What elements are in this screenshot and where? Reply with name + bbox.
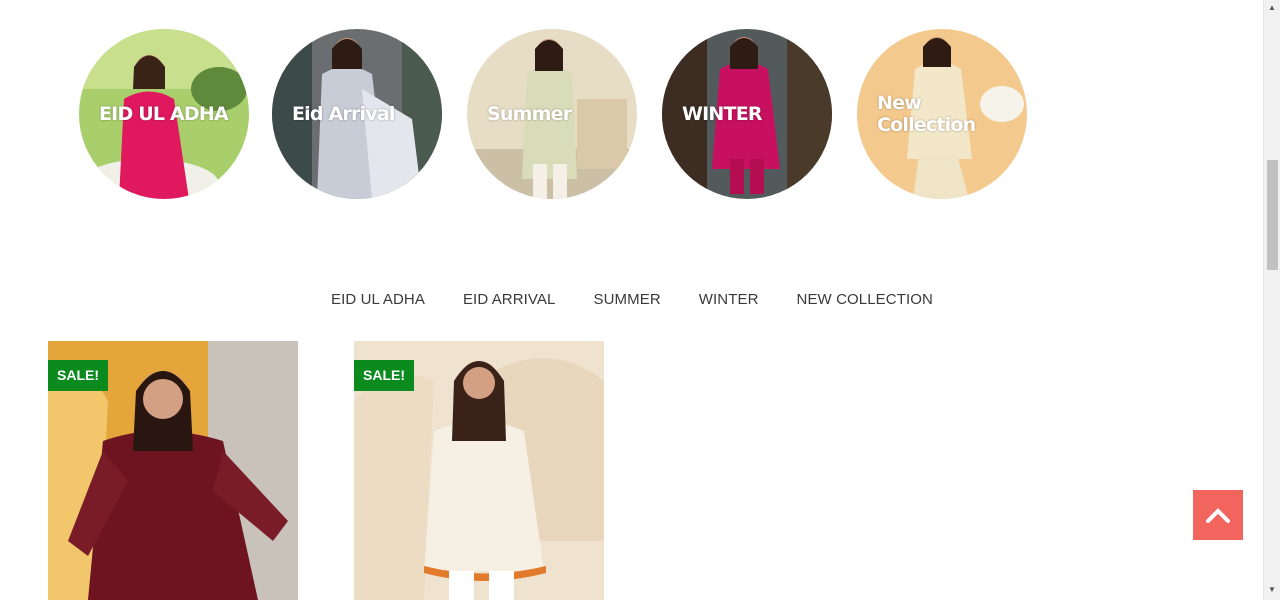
scrollbar-thumb[interactable] xyxy=(1267,160,1278,270)
tab-winter[interactable]: WINTER xyxy=(680,290,778,310)
tab-new-collection[interactable]: NEW COLLECTION xyxy=(778,290,952,310)
scrollbar[interactable]: ▲ ▼ xyxy=(1263,0,1280,600)
sale-badge: SALE! xyxy=(48,360,108,391)
scroll-down-arrow-icon[interactable]: ▼ xyxy=(1268,586,1276,594)
tab-eid-ul-adha[interactable]: EID UL ADHA xyxy=(312,290,444,310)
back-to-top-button[interactable] xyxy=(1193,490,1243,540)
category-label: New Collection xyxy=(877,92,976,136)
category-label: WINTER xyxy=(682,103,763,125)
sale-badge: SALE! xyxy=(354,360,414,391)
page: EID UL ADHA Eid Arrival Summer WINTER Ne… xyxy=(0,0,1280,600)
tab-eid-arrival[interactable]: EID ARRIVAL xyxy=(444,290,575,310)
category-label: Eid Arrival xyxy=(292,103,395,125)
category-eid-ul-adha[interactable]: EID UL ADHA xyxy=(79,29,249,199)
category-eid-arrival[interactable]: Eid Arrival xyxy=(272,29,442,199)
tab-summer[interactable]: SUMMER xyxy=(574,290,679,310)
product-card[interactable]: SALE! xyxy=(48,341,298,600)
chevron-up-icon xyxy=(1206,508,1230,523)
category-filter-tabs: EID UL ADHA EID ARRIVAL SUMMER WINTER NE… xyxy=(0,290,1264,310)
category-label: Summer xyxy=(487,103,572,125)
category-summer[interactable]: Summer xyxy=(467,29,637,199)
category-label: EID UL ADHA xyxy=(99,103,229,125)
category-winter[interactable]: WINTER xyxy=(662,29,832,199)
scroll-up-arrow-icon[interactable]: ▲ xyxy=(1268,4,1276,12)
category-new-collection[interactable]: New Collection xyxy=(857,29,1027,199)
product-card[interactable]: SALE! xyxy=(354,341,604,600)
